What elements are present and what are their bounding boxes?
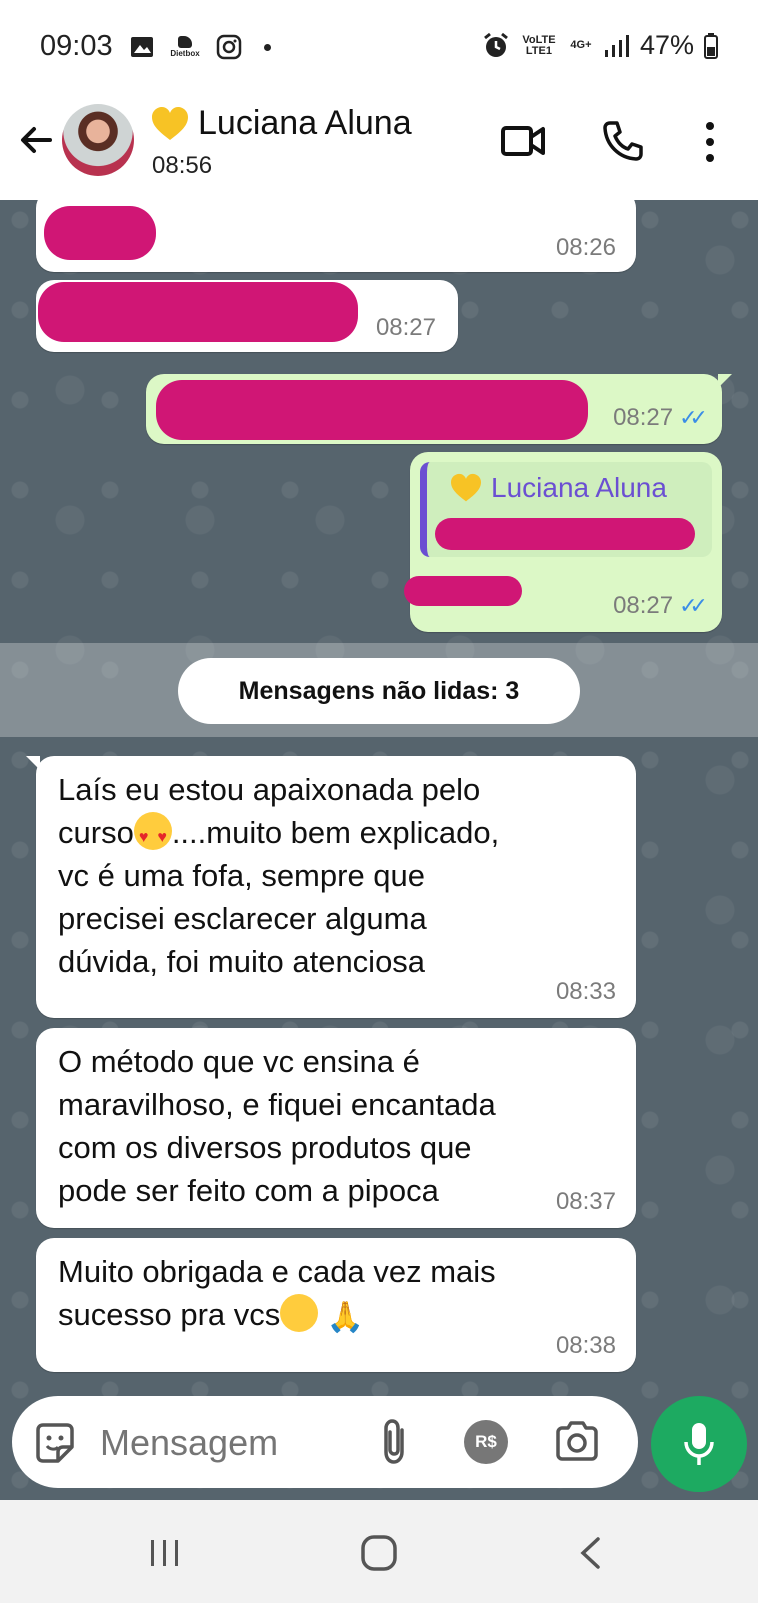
message-time: 08:37	[555, 1188, 616, 1215]
redacted-text	[404, 576, 522, 606]
message-time: 08:33	[555, 978, 616, 1005]
message-line: sucesso pra vcs 🙏	[58, 1293, 496, 1339]
message-line: curso	[58, 815, 134, 850]
yellow-heart-icon	[152, 106, 188, 140]
smiling-face-with-hearts-emoji-icon	[280, 1294, 319, 1332]
redacted-text	[435, 518, 695, 550]
payment-icon[interactable]: R$	[464, 1420, 508, 1464]
message-text: Muito obrigada e cada vez mais sucesso p…	[58, 1250, 496, 1339]
more-notifications-dot	[264, 43, 271, 51]
message-line: ....muito bem explicado,	[171, 815, 500, 850]
voice-message-button[interactable]	[651, 1396, 747, 1492]
message-line: Laís eu estou apaixonada pelo	[58, 772, 481, 807]
gallery-icon	[131, 37, 153, 57]
system-indicators: VoLTE LTE1 4G+ 47%	[482, 30, 718, 61]
message-composer[interactable]: R$	[12, 1396, 638, 1488]
message-line: dúvida, foi muito atenciosa	[58, 944, 426, 979]
sticker-icon[interactable]	[32, 1420, 78, 1466]
redacted-text	[44, 206, 156, 260]
message-line: precisei esclarecer alguma	[58, 901, 427, 936]
read-receipt-icon: ✓✓	[679, 593, 708, 618]
message-bubble-incoming[interactable]: Laís eu estou apaixonada pelo curso ....m…	[26, 756, 636, 1018]
message-time: 08:27	[613, 592, 674, 619]
quoted-author: Luciana Aluna	[449, 472, 667, 504]
home-icon[interactable]	[360, 1534, 398, 1572]
message-time: 08:27	[613, 404, 674, 431]
battery-icon	[704, 32, 718, 59]
message-input[interactable]	[98, 1416, 352, 1470]
network-indicator: 4G+	[570, 39, 592, 51]
read-receipt-icon: ✓✓	[679, 405, 708, 430]
message-line: sucesso pra vcs	[58, 1297, 281, 1332]
notification-icons: Dietbox	[130, 34, 271, 60]
attach-icon[interactable]	[378, 1418, 412, 1466]
signal-icon	[604, 34, 629, 57]
battery-percent: 47%	[639, 30, 694, 60]
last-seen: 08:56	[152, 152, 213, 179]
android-navigation-bar	[0, 1500, 758, 1603]
message-time: 08:38	[555, 1332, 616, 1359]
message-time: 08:26	[555, 234, 616, 261]
avatar[interactable]	[62, 104, 134, 176]
contact-name[interactable]: Luciana Aluna	[150, 104, 412, 143]
quoted-message[interactable]: Luciana Aluna	[420, 462, 712, 557]
message-bubble-incoming[interactable]: O método que vc ensina é maravilhoso, e …	[36, 1028, 636, 1228]
message-line: curso ....muito bem explicado,	[58, 811, 500, 859]
back-nav-icon[interactable]	[578, 1536, 602, 1570]
message-text: Laís eu estou apaixonada pelo curso ....m…	[58, 768, 499, 983]
redacted-text	[156, 380, 588, 440]
folded-hands-emoji-icon: 🙏	[326, 1301, 365, 1334]
chat-area[interactable]: 08:26 08:27 08:27 ✓✓ Luciana Aluna 08:27 ✓…	[0, 200, 758, 1500]
message-bubble-outgoing[interactable]: Luciana Aluna 08:27 ✓✓	[404, 452, 722, 632]
quoted-author-name: Luciana Aluna	[491, 472, 667, 503]
message-time: 08:27	[375, 314, 436, 341]
volte-indicator: VoLTE LTE1	[522, 33, 556, 57]
voice-call-icon[interactable]	[602, 120, 644, 162]
back-arrow-icon[interactable]	[16, 120, 56, 160]
message-line: Muito obrigada e cada vez mais	[58, 1254, 496, 1289]
chat-header: Luciana Aluna 08:56	[0, 100, 758, 200]
message-bubble-incoming[interactable]: 08:27	[36, 280, 458, 352]
camera-icon[interactable]	[554, 1420, 600, 1462]
unread-count-badge: Mensagens não lidas: 3	[178, 658, 580, 724]
message-text: O método que vc ensina é maravilhoso, e …	[58, 1044, 496, 1208]
dietbox-icon: Dietbox	[168, 35, 202, 59]
bubble-tail	[718, 374, 732, 388]
instagram-icon	[216, 34, 242, 60]
heart-eyes-emoji-icon	[133, 812, 172, 859]
video-call-icon[interactable]	[500, 120, 546, 160]
message-bubble-outgoing[interactable]: 08:27 ✓✓	[146, 374, 732, 444]
more-options-icon[interactable]	[700, 120, 720, 164]
message-bubble-incoming[interactable]: Muito obrigada e cada vez mais sucesso p…	[36, 1238, 636, 1372]
status-bar: 09:03 Dietbox VoLTE LTE1 4G+ 47%	[0, 0, 758, 100]
recent-apps-icon[interactable]	[148, 1538, 182, 1568]
yellow-heart-icon	[451, 473, 481, 502]
status-time: 09:03	[40, 30, 113, 62]
message-line: vc é uma fofa, sempre que	[58, 858, 426, 893]
redacted-text	[38, 282, 358, 342]
message-time-status: 08:27 ✓✓	[613, 404, 708, 432]
message-time-status: 08:27 ✓✓	[613, 592, 708, 620]
message-bubble-incoming[interactable]: 08:26	[36, 200, 636, 272]
bubble-tail	[26, 756, 40, 770]
contact-name-text: Luciana Aluna	[198, 104, 412, 142]
alarm-icon	[484, 32, 508, 57]
microphone-icon	[684, 1423, 714, 1465]
